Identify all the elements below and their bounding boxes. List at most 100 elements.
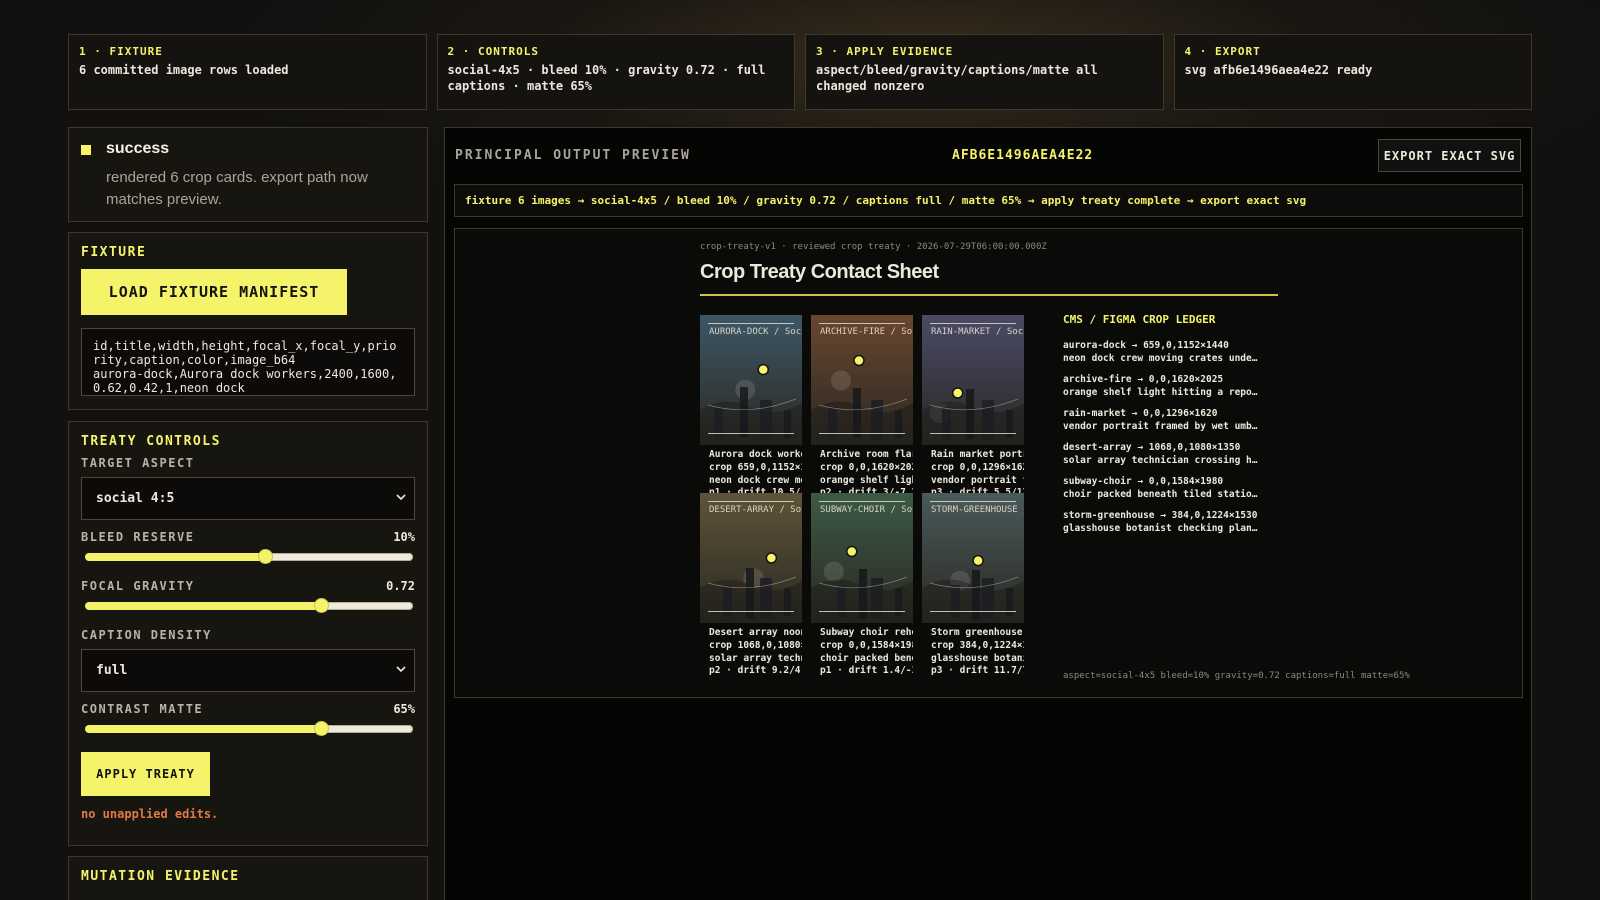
crop-card-caption: neon dock crew movi…	[709, 474, 802, 486]
crop-card[interactable]: STORM-GREENHOUSE / Social 4:5 Storm gree…	[922, 493, 1024, 675]
crop-card-details: Subway choir rehe… crop 0,0,1584×1980 ch…	[820, 627, 913, 675]
chevron-down-icon	[396, 494, 406, 501]
step-strip: 1 · FIXTURE 6 committed image rows loade…	[68, 34, 1532, 110]
sheet-divider	[700, 294, 1278, 296]
crop-card-crop: crop 384,0,1224×1530	[931, 639, 1024, 651]
manifest-textarea[interactable]: id,title,width,height,focal_x,focal_y,pr…	[81, 328, 415, 396]
ledger-title: CMS / FIGMA CROP LEDGER	[1063, 313, 1216, 326]
crop-card-title: Archive room flare	[820, 449, 913, 460]
step-text: svg afb6e1496aea4e22 ready	[1184, 63, 1373, 77]
slider-track	[265, 553, 413, 561]
slider-thumb[interactable]	[314, 721, 330, 736]
crop-ledger: CMS / FIGMA CROP LEDGER aurora-dock → 65…	[1063, 313, 1263, 544]
ledger-caption: glasshouse botanist checking plan…	[1063, 522, 1258, 534]
crop-card-caption: choir packed beneat…	[820, 652, 913, 664]
frame-line-bottom	[930, 433, 1016, 434]
crop-card-tag: AURORA-DOCK / Social 4:5	[709, 327, 802, 337]
unapplied-edits-status: no unapplied edits.	[81, 807, 219, 821]
ledger-caption: vendor portrait framed by wet umb…	[1063, 420, 1258, 432]
crop-card[interactable]: ARCHIVE-FIRE / Social 4:5 Archive room f…	[811, 315, 913, 497]
preview-label: PRINCIPAL OUTPUT PREVIEW	[455, 148, 691, 163]
ledger-item: subway-choir → 0,0,1584×1980 choir packed…	[1063, 476, 1263, 501]
ledger-caption: solar array technician crossing h…	[1063, 454, 1258, 466]
ledger-line: rain-market → 0,0,1296×1620	[1063, 408, 1218, 419]
crop-card-tag: RAIN-MARKET / Social 4:5	[931, 327, 1024, 337]
crop-card-caption: vendor portrait frame…	[931, 474, 1024, 486]
ledger-line: subway-choir → 0,0,1584×1980	[1063, 476, 1224, 487]
contrast-matte-value: 65%	[393, 702, 415, 716]
frame-line-bottom	[930, 611, 1016, 612]
frame-line-top	[708, 501, 794, 502]
step-fixture: 1 · FIXTURE 6 committed image rows loade…	[68, 34, 427, 110]
crop-card-details: Rain market portr… crop 0,0,1296×1620 ve…	[931, 449, 1024, 497]
frame-line-top	[819, 323, 905, 324]
crop-card-title: Subway choir rehe…	[820, 627, 913, 638]
crop-card-tag: ARCHIVE-FIRE / Social 4:5	[820, 327, 913, 337]
sheet-title: Crop Treaty Contact Sheet	[700, 261, 939, 283]
crop-card[interactable]: RAIN-MARKET / Social 4:5 Rain market por…	[922, 315, 1024, 497]
crop-card[interactable]: AURORA-DOCK / Social 4:5 Aurora dock wor…	[700, 315, 802, 497]
ledger-item: desert-array → 1068,0,1080×1350 solar arr…	[1063, 442, 1263, 467]
chevron-down-icon	[396, 666, 406, 673]
crop-card-drift: p2 · drift 9.2/4	[709, 665, 801, 675]
step-text: aspect/bleed/gravity/captions/matte all …	[816, 63, 1098, 93]
step-title: 4 · EXPORT	[1184, 45, 1261, 58]
caption-density-select[interactable]: full	[81, 649, 415, 692]
step-text: 6 committed image rows loaded	[79, 63, 289, 77]
slider-thumb[interactable]	[314, 598, 330, 613]
target-aspect-label: TARGET ASPECT	[81, 456, 195, 470]
ledger-line: archive-fire → 0,0,1620×2025	[1063, 374, 1224, 385]
crop-card[interactable]: DESERT-ARRAY / Social 4:5 Desert array n…	[700, 493, 802, 675]
crop-card-title: Aurora dock worke…	[709, 449, 802, 460]
frame-line-top	[819, 501, 905, 502]
ledger-item: aurora-dock → 659,0,1152×1440 neon dock c…	[1063, 340, 1263, 365]
frame-line-top	[930, 323, 1016, 324]
contrast-matte-label: CONTRAST MATTE	[81, 702, 204, 716]
apply-treaty-button[interactable]: APPLY TREATY	[81, 752, 210, 796]
ledger-item: storm-greenhouse → 384,0,1224×1530 glassh…	[1063, 510, 1263, 535]
bleed-reserve-slider[interactable]	[85, 549, 413, 564]
mutation-evidence-panel: MUTATION EVIDENCE	[68, 856, 428, 900]
frame-line-bottom	[708, 433, 794, 434]
frame-line-top	[708, 323, 794, 324]
focal-gravity-label: FOCAL GRAVITY	[81, 579, 195, 593]
step-apply-evidence: 3 · APPLY EVIDENCE aspect/bleed/gravity/…	[805, 34, 1164, 110]
crop-card-crop: crop 0,0,1620×2025	[820, 461, 913, 473]
treaty-controls-title: TREATY CONTROLS	[81, 434, 221, 449]
contrast-matte-slider[interactable]	[85, 721, 413, 736]
ledger-line: storm-greenhouse → 384,0,1224×1530	[1063, 510, 1258, 521]
focal-gravity-slider[interactable]	[85, 598, 413, 613]
bleed-reserve-label: BLEED RESERVE	[81, 530, 195, 544]
target-aspect-select[interactable]: social 4:5	[81, 477, 415, 520]
crop-card-drift: p3 · drift 11.7/7	[931, 665, 1024, 675]
load-fixture-manifest-button[interactable]: LOAD FIXTURE MANIFEST	[81, 269, 347, 315]
ledger-line: desert-array → 1068,0,1080×1350	[1063, 442, 1241, 453]
ledger-caption: choir packed beneath tiled statio…	[1063, 488, 1258, 500]
focal-gravity-value: 0.72	[386, 579, 415, 593]
crop-card-caption: orange shelf light …	[820, 474, 913, 486]
mutation-evidence-title: MUTATION EVIDENCE	[81, 869, 240, 884]
step-controls: 2 · CONTROLS social-4x5 · bleed 10% · gr…	[436, 34, 795, 110]
step-text: social-4x5 · bleed 10% · gravity 0.72 · …	[447, 63, 766, 93]
crop-card-tag: SUBWAY-CHOIR / Social 4:5	[820, 505, 913, 515]
ledger-line: aurora-dock → 659,0,1152×1440	[1063, 340, 1229, 351]
crop-card-crop: crop 1068,0,1080×1350	[709, 639, 802, 651]
fixture-panel: FIXTURE LOAD FIXTURE MANIFEST id,title,w…	[68, 232, 428, 410]
export-exact-svg-button[interactable]: EXPORT EXACT SVG	[1378, 139, 1521, 172]
ledger-list: aurora-dock → 659,0,1152×1440 neon dock c…	[1063, 340, 1263, 535]
crop-card-caption: glasshouse botanist c…	[931, 652, 1024, 664]
step-title: 2 · CONTROLS	[447, 45, 539, 58]
crop-card-details: Aurora dock worke… crop 659,0,1152×1440 …	[709, 449, 802, 497]
crop-card-tag: STORM-GREENHOUSE / Social 4:5	[931, 505, 1024, 515]
step-title: 1 · FIXTURE	[79, 45, 163, 58]
caption-density-label: CAPTION DENSITY	[81, 628, 212, 642]
crop-card-details: Storm greenhouse crop 384,0,1224×1530 gl…	[931, 627, 1024, 675]
crop-card[interactable]: SUBWAY-CHOIR / Social 4:5 Subway choir r…	[811, 493, 913, 675]
slider-thumb[interactable]	[258, 549, 274, 564]
crop-card-crop: crop 0,0,1584×1980	[820, 639, 913, 651]
sheet-footer: aspect=social-4x5 bleed=10% gravity=0.72…	[1063, 671, 1410, 681]
ledger-item: rain-market → 0,0,1296×1620 vendor portra…	[1063, 408, 1263, 433]
treaty-controls-panel: TREATY CONTROLS TARGET ASPECT social 4:5…	[68, 421, 428, 846]
frame-line-bottom	[819, 433, 905, 434]
status-panel: success rendered 6 crop cards. export pa…	[68, 127, 428, 222]
